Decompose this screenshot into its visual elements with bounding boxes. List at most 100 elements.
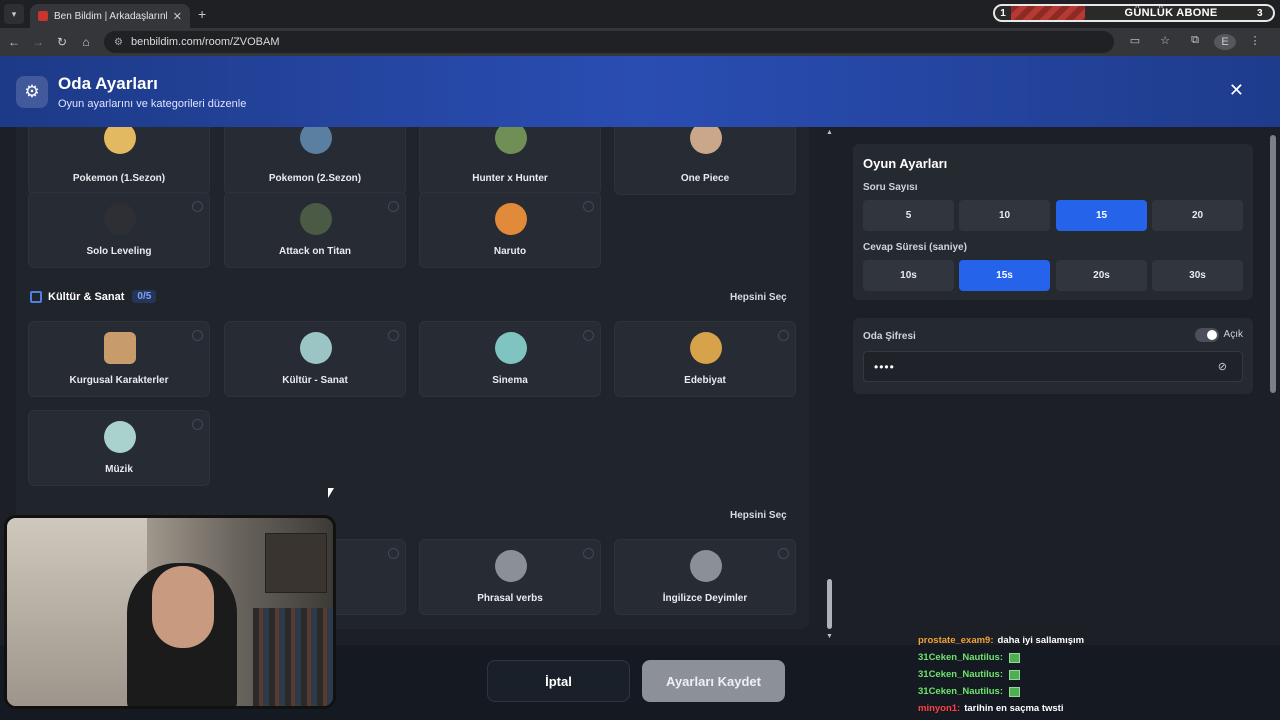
close-icon[interactable]: ✕ [1229, 80, 1244, 101]
category-image [300, 127, 332, 154]
category-image [104, 332, 136, 364]
scrollbar-thumb[interactable] [827, 579, 832, 629]
question-count-label: Soru Sayısı [863, 182, 918, 193]
cast-icon[interactable]: ▭ [1124, 34, 1146, 50]
question-option-15[interactable]: 15 [1056, 200, 1147, 231]
category-label: One Piece [680, 173, 730, 184]
star-icon[interactable]: ☆ [1154, 34, 1176, 50]
chat-username: 31Ceken_Nautilus: [918, 669, 1004, 680]
chat-message: 31Ceken_Nautilus: [918, 666, 1278, 683]
category-card-cinema[interactable]: Sinema [419, 321, 601, 397]
subscriber-goal: 3 [1257, 7, 1263, 19]
category-card-literature[interactable]: Edebiyat [614, 321, 796, 397]
category-image [495, 332, 527, 364]
password-input[interactable]: •••• [863, 351, 1243, 382]
category-label: Attack on Titan [278, 246, 352, 257]
select-radio[interactable] [192, 201, 203, 212]
menu-icon[interactable]: ⋮ [1244, 34, 1266, 50]
close-icon[interactable]: ✕ [173, 10, 182, 23]
webcam-overlay [4, 515, 336, 709]
question-option-10[interactable]: 10 [959, 200, 1050, 231]
select-radio[interactable] [778, 330, 789, 341]
game-settings-panel: Oyun Ayarları Soru Sayısı 5 10 15 20 Cev… [853, 144, 1253, 300]
category-card-english-idioms[interactable]: İngilizce Deyimler [614, 539, 796, 615]
modal-title: Oda Ayarları [58, 73, 158, 93]
emote-icon [1009, 669, 1021, 680]
stream-chat-overlay: prostate_exam9: daha iyi sallamışım 31Ce… [918, 632, 1278, 717]
category-card-pokemon-1[interactable]: Pokemon (1.Sezon) [28, 127, 210, 195]
select-all-culture-button[interactable]: Hepsini Seç [730, 292, 787, 303]
password-toggle[interactable] [1195, 328, 1219, 342]
browser-tab[interactable]: Ben Bildim | Arkadaşlarınla Online ✕ [30, 4, 190, 28]
category-scrollbar[interactable]: ▲ ▼ [826, 127, 834, 645]
select-radio[interactable] [192, 330, 203, 341]
browser-tab-bar: ▾ Ben Bildim | Arkadaşlarınla Online ✕ +… [0, 0, 1280, 28]
forward-icon[interactable]: → [26, 35, 50, 49]
profile-avatar[interactable]: E [1214, 34, 1236, 50]
scroll-down-icon[interactable]: ▼ [826, 633, 833, 640]
modal-subtitle: Oyun ayarlarını ve kategorileri düzenle [58, 97, 247, 110]
category-image [690, 550, 722, 582]
chat-message: 31Ceken_Nautilus: [918, 683, 1278, 700]
category-card-fictional-characters[interactable]: Kurgusal Karakterler [28, 321, 210, 397]
progress-stripe [1011, 6, 1085, 20]
time-option-15s[interactable]: 15s [959, 260, 1050, 291]
question-option-20[interactable]: 20 [1152, 200, 1243, 231]
subscriber-goal-banner: 1 GÜNLÜK ABONE 3 [993, 4, 1275, 22]
chevron-down-icon[interactable]: ▾ [4, 4, 24, 24]
category-card-phrasal-verbs[interactable]: Phrasal verbs [419, 539, 601, 615]
select-radio[interactable] [583, 201, 594, 212]
select-radio[interactable] [192, 419, 203, 430]
subscriber-label: GÜNLÜK ABONE [1124, 7, 1218, 19]
time-option-30s[interactable]: 30s [1152, 260, 1243, 291]
select-radio[interactable] [388, 330, 399, 341]
scroll-up-icon[interactable]: ▲ [826, 129, 833, 136]
cancel-button[interactable]: İptal [487, 660, 630, 702]
category-card-pokemon-2[interactable]: Pokemon (2.Sezon) [224, 127, 406, 195]
category-card-naruto[interactable]: Naruto [419, 192, 601, 268]
game-settings-title: Oyun Ayarları [863, 156, 948, 171]
category-card-solo-leveling[interactable]: Solo Leveling [28, 192, 210, 268]
toggle-knob [1207, 330, 1217, 340]
tab-title: Ben Bildim | Arkadaşlarınla Online [54, 10, 167, 22]
select-radio[interactable] [778, 548, 789, 559]
section-title-culture: Kültür & Sanat 0/5 [30, 290, 157, 303]
category-label: Müzik [105, 464, 133, 475]
category-label: Phrasal verbs [477, 593, 543, 604]
chat-message: 31Ceken_Nautilus: [918, 649, 1278, 666]
category-card-hunter-x-hunter[interactable]: Hunter x Hunter [419, 127, 601, 195]
select-radio[interactable] [583, 548, 594, 559]
category-label: Kurgusal Karakterler [69, 375, 169, 386]
emote-icon [1009, 652, 1021, 663]
chat-username: minyon1: [918, 703, 961, 714]
save-settings-button[interactable]: Ayarları Kaydet [642, 660, 785, 702]
eye-off-icon[interactable]: ⊘ [1218, 360, 1227, 373]
back-icon[interactable]: ← [2, 35, 26, 49]
site-info-icon[interactable]: ⚙ [114, 37, 123, 48]
category-image [104, 203, 136, 235]
question-option-5[interactable]: 5 [863, 200, 954, 231]
category-card-one-piece[interactable]: One Piece [614, 127, 796, 195]
chat-message: prostate_exam9: daha iyi sallamışım [918, 632, 1278, 649]
reload-icon[interactable]: ↻ [50, 35, 74, 49]
select-radio[interactable] [388, 548, 399, 559]
settings-scrollbar-thumb[interactable] [1270, 135, 1276, 393]
url-text: benbildim.com/room/ZVOBAM [130, 36, 280, 48]
category-label: Solo Leveling [86, 246, 152, 257]
extensions-icon[interactable]: ⧉ [1184, 34, 1206, 50]
time-option-10s[interactable]: 10s [863, 260, 954, 291]
select-radio[interactable] [388, 201, 399, 212]
plus-icon[interactable]: + [198, 6, 206, 22]
select-all-english-button[interactable]: Hepsini Seç [730, 510, 787, 521]
site-favicon-icon [38, 11, 48, 21]
modal-header: ⚙ Oda Ayarları Oyun ayarlarını ve katego… [0, 56, 1280, 127]
category-image [495, 127, 527, 154]
home-icon[interactable]: ⌂ [74, 35, 98, 49]
time-option-20s[interactable]: 20s [1056, 260, 1147, 291]
category-card-attack-on-titan[interactable]: Attack on Titan [224, 192, 406, 268]
category-card-culture-art[interactable]: Kültür - Sanat [224, 321, 406, 397]
category-card-music[interactable]: Müzik [28, 410, 210, 486]
chat-message: minyon1: tarihin en saçma twsti [918, 700, 1278, 717]
url-field[interactable]: ⚙ benbildim.com/room/ZVOBAM [104, 31, 1114, 53]
select-radio[interactable] [583, 330, 594, 341]
